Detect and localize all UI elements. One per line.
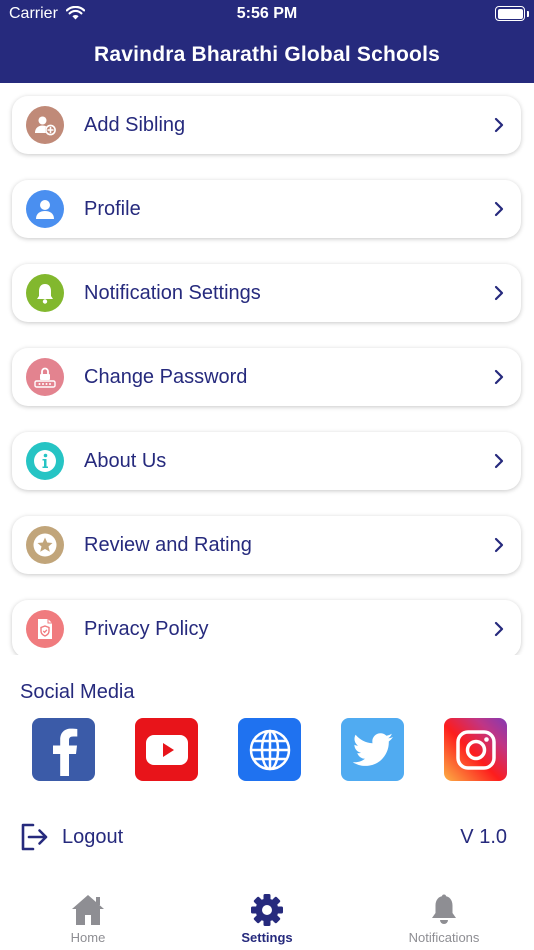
tab-settings-label: Settings	[241, 930, 293, 945]
tab-notifications[interactable]: Notifications	[394, 894, 494, 945]
tab-home[interactable]: Home	[38, 894, 138, 945]
tab-bar: Home Settings Notifications	[0, 882, 534, 950]
menu-item-label: Notification Settings	[84, 282, 261, 304]
menu-item-label: Privacy Policy	[84, 618, 209, 640]
shield-document-icon	[26, 610, 64, 648]
app-version: V 1.0	[460, 826, 507, 848]
menu-item-profile[interactable]: Profile	[12, 180, 521, 238]
facebook-icon[interactable]	[32, 718, 95, 781]
twitter-icon[interactable]	[341, 718, 404, 781]
chevron-right-icon	[494, 285, 504, 301]
menu-item-label: Add Sibling	[84, 114, 186, 136]
tab-settings[interactable]: Settings	[217, 894, 317, 945]
chevron-right-icon	[494, 201, 504, 217]
menu-item-privacy-policy[interactable]: Privacy Policy	[12, 600, 521, 655]
menu-item-label: Review and Rating	[84, 534, 252, 556]
settings-menu: Add Sibling Profile Notification Setting…	[0, 83, 534, 655]
home-icon	[72, 895, 104, 925]
logout-label: Logout	[62, 825, 124, 848]
menu-item-add-sibling[interactable]: Add Sibling	[12, 96, 521, 154]
menu-item-label: Profile	[84, 198, 141, 220]
instagram-icon[interactable]	[444, 718, 507, 781]
tab-home-label: Home	[70, 930, 106, 945]
page-title: Ravindra Bharathi Global Schools	[94, 43, 440, 66]
app-header: Carrier 5:56 PM Ravindra Bharathi Global…	[0, 0, 534, 83]
bell-icon	[432, 894, 456, 924]
social-media-heading: Social Media	[20, 681, 135, 703]
person-icon	[26, 190, 64, 228]
logout-icon	[21, 823, 48, 851]
info-icon	[26, 442, 64, 480]
menu-item-notification-settings[interactable]: Notification Settings	[12, 264, 521, 322]
battery-icon	[495, 6, 525, 21]
menu-item-about-us[interactable]: About Us	[12, 432, 521, 490]
menu-item-label: Change Password	[84, 366, 248, 388]
status-time: 5:56 PM	[236, 5, 298, 22]
chevron-right-icon	[494, 621, 504, 637]
bell-icon	[26, 274, 64, 312]
star-icon	[26, 526, 64, 564]
youtube-icon[interactable]	[135, 718, 198, 781]
chevron-right-icon	[494, 369, 504, 385]
add-user-icon	[26, 106, 64, 144]
chevron-right-icon	[494, 537, 504, 553]
lock-icon	[26, 358, 64, 396]
menu-item-label: About Us	[84, 450, 167, 472]
tab-notifications-label: Notifications	[408, 930, 480, 945]
logout-button[interactable]: Logout	[20, 822, 123, 852]
chevron-right-icon	[494, 453, 504, 469]
menu-item-change-password[interactable]: Change Password	[12, 348, 521, 406]
status-bar: Carrier 5:56 PM	[0, 0, 534, 30]
menu-item-review-and-rating[interactable]: Review and Rating	[12, 516, 521, 574]
gear-icon	[251, 894, 283, 926]
globe-icon[interactable]	[238, 718, 301, 781]
chevron-right-icon	[494, 117, 504, 133]
